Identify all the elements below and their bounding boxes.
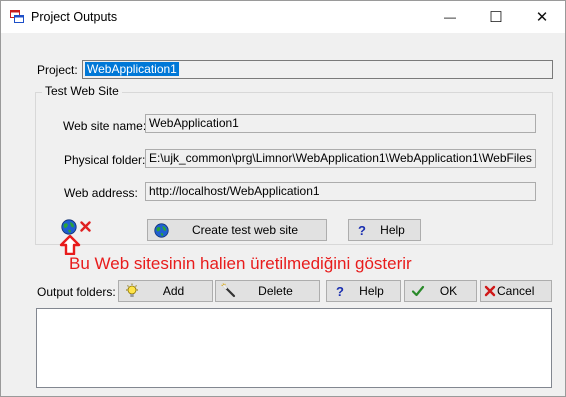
site-name-value: WebApplication1	[149, 116, 239, 130]
output-folders-list[interactable]	[36, 308, 552, 388]
question-mark-icon: ?	[336, 283, 344, 299]
web-address-value: http://localhost/WebApplication1	[149, 184, 320, 198]
site-name-field[interactable]: WebApplication1	[145, 114, 536, 133]
close-icon: ✕	[535, 9, 549, 26]
delete-button[interactable]: Delete	[215, 280, 320, 302]
output-folders-label: Output folders:	[37, 285, 116, 299]
site-help-label: Help	[380, 223, 405, 237]
site-name-label: Web site name:	[63, 119, 147, 133]
project-outputs-dialog: Project Outputs — ☐ ✕ Project: WebApplic…	[0, 0, 566, 397]
close-button[interactable]: ✕	[519, 1, 565, 33]
ok-label: OK	[439, 284, 458, 298]
light-bulb-icon	[123, 283, 141, 299]
web-address-field[interactable]: http://localhost/WebApplication1	[145, 182, 536, 201]
physical-folder-value: E:\ujk_common\prg\Limnor\WebApplication1…	[149, 151, 532, 165]
question-mark-icon: ?	[358, 222, 366, 238]
minimize-button[interactable]: —	[427, 1, 473, 33]
create-test-web-site-button[interactable]: Create test web site	[147, 219, 327, 241]
magic-wand-icon	[220, 283, 238, 299]
create-test-web-site-label: Create test web site	[191, 223, 299, 237]
web-address-label: Web address:	[64, 186, 138, 200]
app-window-icon	[10, 10, 24, 23]
check-mark-icon	[409, 283, 427, 299]
physical-folder-field[interactable]: E:\ujk_common\prg\Limnor\WebApplication1…	[145, 149, 536, 168]
add-button[interactable]: Add	[118, 280, 213, 302]
cancel-x-icon	[483, 283, 497, 299]
cancel-label: Cancel	[497, 284, 535, 298]
annotation-note: Bu Web sitesinin halien üretilmediğini g…	[69, 254, 412, 273]
maximize-icon: ☐	[489, 9, 503, 26]
ok-button[interactable]: OK	[404, 280, 477, 302]
window-title: Project Outputs	[31, 10, 118, 24]
help-button[interactable]: ? Help	[326, 280, 401, 302]
help-label: Help	[359, 284, 384, 298]
physical-folder-label: Physical folder:	[64, 153, 146, 167]
project-field[interactable]: WebApplication1	[82, 60, 553, 79]
globe-icon	[152, 222, 170, 238]
globe-icon	[61, 219, 77, 235]
site-help-button[interactable]: ? Help	[348, 219, 421, 241]
minimize-icon: —	[444, 10, 456, 24]
add-label: Add	[162, 284, 185, 298]
delete-label: Delete	[258, 284, 293, 298]
red-x-icon	[80, 221, 91, 232]
maximize-button[interactable]: ☐	[473, 1, 519, 33]
project-label: Project:	[37, 63, 78, 77]
project-value: WebApplication1	[85, 62, 179, 76]
title-bar: Project Outputs — ☐ ✕	[1, 1, 565, 33]
red-up-arrow-icon	[59, 235, 81, 255]
test-web-site-group-title: Test Web Site	[42, 84, 122, 98]
cancel-button[interactable]: Cancel	[480, 280, 552, 302]
